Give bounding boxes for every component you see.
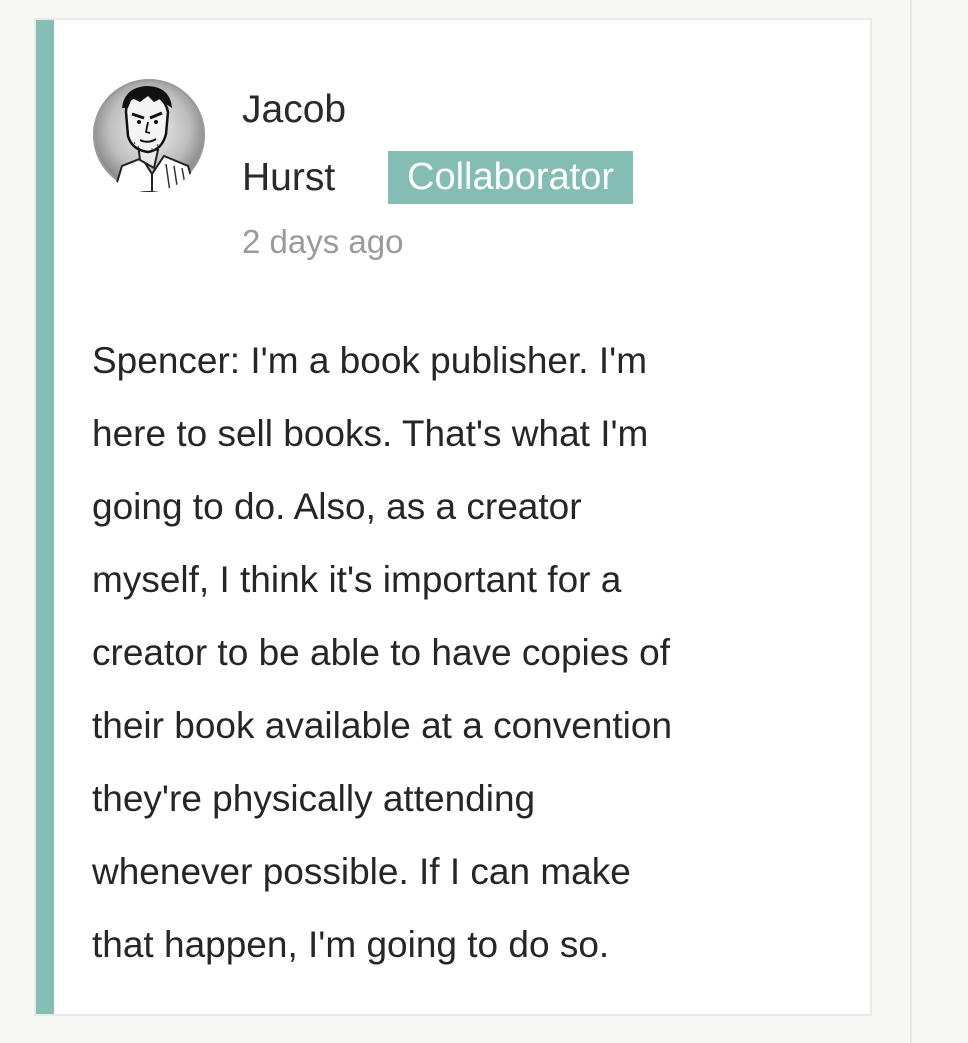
comment-body-line: myself, I think it's important for a	[92, 559, 622, 600]
role-badge: Collaborator	[388, 151, 633, 204]
comment-body-line: here to sell books. That's what I'm	[92, 413, 649, 454]
author-last-name[interactable]: Hurst	[242, 144, 382, 212]
comment-accent-bar	[36, 20, 54, 1014]
comment-card: Jacob Hurst Collaborator 2 days ago Spen…	[34, 18, 872, 1016]
comment-body-line: creator to be able to have copies of	[92, 632, 670, 673]
author-first-name[interactable]: Jacob	[242, 76, 382, 144]
comment-body-line: their book available at a convention	[92, 705, 673, 746]
comment-body-line: they're physically attending	[92, 778, 536, 819]
comment-body-line: that happen, I'm going to do so.	[92, 924, 610, 965]
comment-body: Spencer: I'm a book publisher. I'm here …	[92, 324, 832, 981]
user-avatar-icon[interactable]	[92, 78, 206, 192]
page-divider	[910, 0, 912, 1043]
comment-body-line: going to do. Also, as a creator	[92, 486, 582, 527]
comment-timestamp[interactable]: 2 days ago	[242, 218, 403, 266]
comment-body-line: Spencer: I'm a book publisher. I'm	[92, 340, 648, 381]
comment-body-line: whenever possible. If I can make	[92, 851, 631, 892]
page: Jacob Hurst Collaborator 2 days ago Spen…	[0, 0, 968, 1043]
